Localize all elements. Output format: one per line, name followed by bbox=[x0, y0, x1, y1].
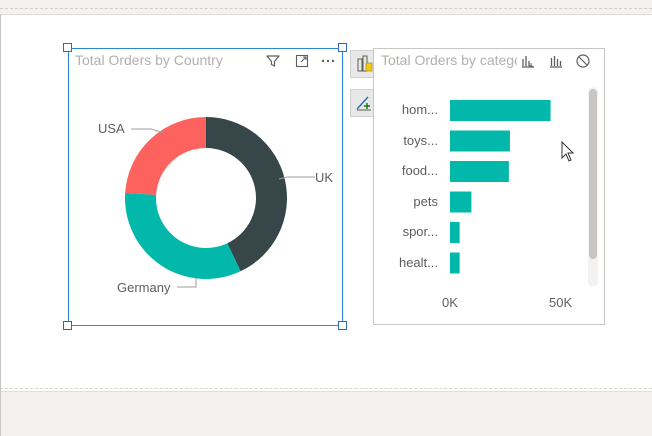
resize-handle-top-right[interactable] bbox=[338, 43, 347, 52]
bar-3[interactable] bbox=[450, 191, 472, 213]
x-tick-1: 50K bbox=[549, 295, 573, 310]
donut-label-germany: Germany bbox=[117, 280, 171, 295]
bar-chart-visual[interactable]: Total Orders by category hom...toys...fo… bbox=[373, 48, 605, 325]
mouse-cursor-icon bbox=[561, 141, 575, 162]
canvas-left-edge bbox=[0, 14, 1, 436]
bar-4[interactable] bbox=[450, 222, 460, 243]
bar-2[interactable] bbox=[450, 161, 509, 182]
canvas-top-border bbox=[0, 8, 652, 9]
bar-5[interactable] bbox=[450, 252, 460, 274]
resize-handle-top-left[interactable] bbox=[63, 43, 72, 52]
bar-1[interactable] bbox=[450, 130, 510, 152]
donut-label-usa: USA bbox=[98, 121, 125, 136]
scrollbar-thumb[interactable] bbox=[589, 89, 597, 259]
resize-handle-bottom-left[interactable] bbox=[63, 321, 72, 330]
canvas-bottom-border bbox=[0, 388, 652, 389]
donut-slice-germany[interactable] bbox=[124, 192, 241, 279]
bar-chart[interactable] bbox=[374, 49, 604, 324]
resize-handle-bottom-right[interactable] bbox=[338, 321, 347, 330]
bar-0[interactable] bbox=[450, 100, 551, 121]
x-tick-0: 0K bbox=[442, 295, 458, 310]
donut-chart-visual[interactable]: Total Orders by Country USA UK Germany bbox=[68, 48, 343, 326]
donut-leader-germany bbox=[177, 278, 197, 288]
donut-label-uk: UK bbox=[315, 170, 334, 185]
donut-chart[interactable] bbox=[69, 49, 342, 325]
